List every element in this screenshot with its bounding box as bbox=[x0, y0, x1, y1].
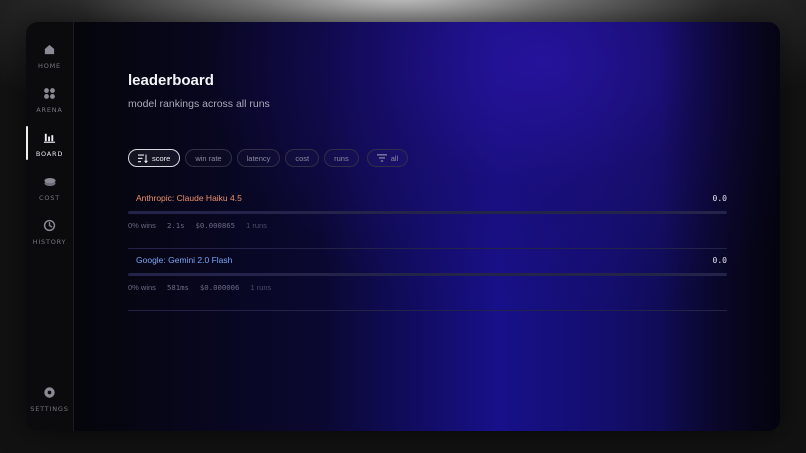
home-icon bbox=[43, 42, 57, 56]
grid-icon bbox=[43, 86, 57, 100]
model-name: Google: Gemini 2.0 Flash bbox=[136, 255, 233, 265]
model-score: 0.0 bbox=[712, 194, 727, 203]
main-content: leaderboard model rankings across all ru… bbox=[74, 22, 780, 431]
sidebar-item-arena[interactable]: ARENA bbox=[26, 86, 73, 122]
sidebar-item-cost[interactable]: COST bbox=[26, 174, 73, 210]
sidebar-item-label: SETTINGS bbox=[30, 405, 69, 413]
sort-icon bbox=[138, 154, 148, 163]
chip-label: win rate bbox=[195, 153, 222, 163]
coins-icon bbox=[43, 174, 57, 188]
clock-icon bbox=[43, 218, 57, 232]
chip-label: runs bbox=[334, 153, 349, 163]
model-score: 0.0 bbox=[712, 256, 727, 265]
gear-icon bbox=[43, 385, 57, 399]
score-bar bbox=[128, 211, 727, 214]
sidebar-item-settings[interactable]: SETTINGS bbox=[26, 385, 73, 421]
sidebar-item-label: COST bbox=[39, 194, 60, 202]
bar-chart-icon bbox=[43, 130, 57, 144]
leaderboard-row[interactable]: Google: Gemini 2.0 Flash 0.0 0% wins 581… bbox=[128, 249, 727, 311]
chip-label: cost bbox=[295, 153, 310, 163]
model-stats: 0% wins 2.1s $0.000865 1 runs bbox=[128, 221, 267, 230]
sort-filter-bar: score win rate latency cost runs all bbox=[128, 149, 409, 167]
chip-label: score bbox=[152, 153, 171, 163]
latency: 2.1s bbox=[166, 221, 185, 230]
score-bar bbox=[128, 273, 727, 276]
sort-chip-cost[interactable]: cost bbox=[285, 149, 320, 167]
latency: 581ms bbox=[166, 283, 189, 292]
sort-chip-runs[interactable]: runs bbox=[324, 149, 359, 167]
sort-chip-latency[interactable]: latency bbox=[236, 149, 281, 167]
chip-label: latency bbox=[246, 153, 271, 163]
sidebar: HOME ARENA BOARD COST HISTORY SETTINGS bbox=[26, 22, 74, 431]
sidebar-item-board[interactable]: BOARD bbox=[26, 126, 73, 166]
cost: $0.000865 bbox=[195, 221, 236, 230]
model-name: Anthropic: Claude Haiku 4.5 bbox=[136, 193, 242, 203]
page-title: leaderboard bbox=[128, 72, 214, 89]
cost: $0.000006 bbox=[199, 283, 240, 292]
sidebar-item-home[interactable]: HOME bbox=[26, 42, 73, 78]
sidebar-item-label: HISTORY bbox=[32, 238, 67, 246]
win-rate: 0% wins bbox=[128, 221, 156, 230]
sidebar-item-label: BOARD bbox=[35, 150, 64, 158]
page-subtitle: model rankings across all runs bbox=[128, 98, 270, 110]
run-count: 1 runs bbox=[250, 283, 272, 292]
sort-chip-win-rate[interactable]: win rate bbox=[185, 149, 232, 167]
filter-icon bbox=[376, 154, 387, 162]
filter-chip-all[interactable]: all bbox=[366, 149, 409, 167]
run-count: 1 runs bbox=[246, 221, 267, 230]
sort-chip-score[interactable]: score bbox=[128, 149, 181, 167]
leaderboard-list: Anthropic: Claude Haiku 4.5 0.0 0% wins … bbox=[128, 187, 727, 311]
sidebar-item-label: ARENA bbox=[36, 106, 63, 114]
chip-label: all bbox=[390, 153, 399, 163]
app-window: HOME ARENA BOARD COST HISTORY SETTINGS l… bbox=[26, 22, 780, 431]
model-stats: 0% wins 581ms $0.000006 1 runs bbox=[128, 283, 271, 292]
sidebar-item-label: HOME bbox=[38, 62, 61, 70]
leaderboard-row[interactable]: Anthropic: Claude Haiku 4.5 0.0 0% wins … bbox=[128, 187, 727, 249]
sidebar-item-history[interactable]: HISTORY bbox=[26, 218, 73, 254]
win-rate: 0% wins bbox=[128, 283, 156, 292]
